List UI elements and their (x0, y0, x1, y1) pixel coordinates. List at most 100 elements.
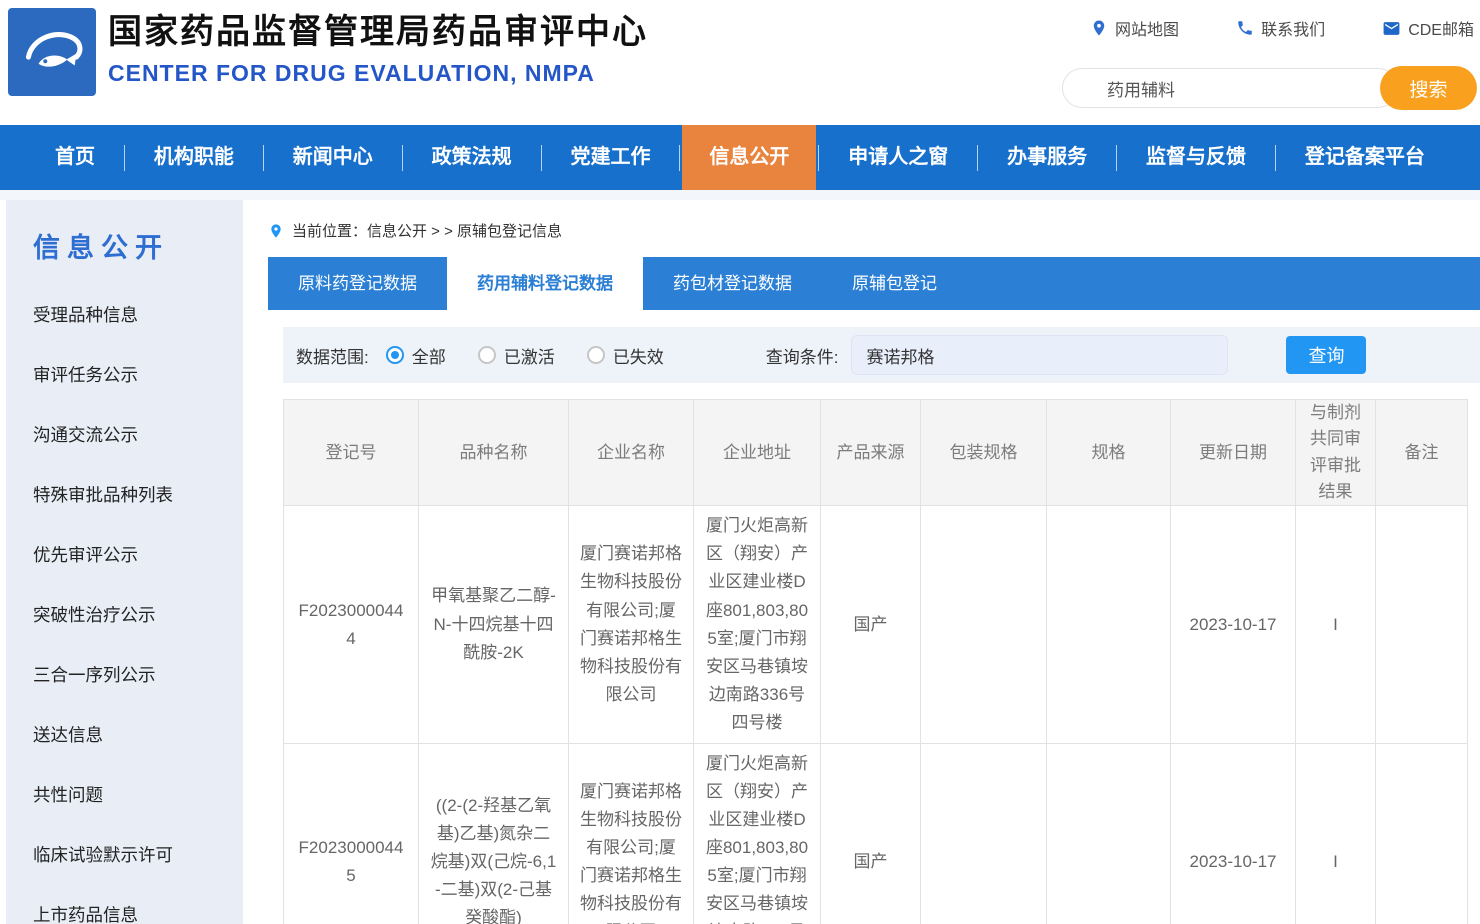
cell-product-source: 国产 (821, 506, 921, 743)
tab-api-registration[interactable]: 原料药登记数据 (268, 257, 447, 310)
contact-link[interactable]: 联系我们 (1236, 16, 1325, 40)
table-header-row: 登记号 品种名称 企业名称 企业地址 产品来源 包装规格 规格 更新日期 与制剂… (284, 400, 1468, 506)
nav-item-applicant[interactable]: 申请人之窗 (821, 125, 975, 190)
cell-company-address: 厦门火炬高新区（翔安）产业区建业楼D座801,803,805室;厦门市翔安区马巷… (694, 743, 821, 924)
sidebar-item-review-tasks[interactable]: 审评任务公示 (33, 344, 243, 404)
site-search: 搜索 (1062, 66, 1477, 110)
sidebar-item-accepted-varieties[interactable]: 受理品种信息 (33, 284, 243, 344)
sidebar-item-priority-review[interactable]: 优先审评公示 (33, 524, 243, 584)
nav-separator (679, 145, 680, 171)
cell-variety-name: ((2-(2-羟基乙氧基)乙基)氮杂二烷基)双(己烷-6,1-二基)双(2-己基… (419, 743, 569, 924)
nav-item-party[interactable]: 党建工作 (544, 125, 678, 190)
cde-mail-link-label: CDE邮箱 (1408, 16, 1474, 40)
site-search-input[interactable] (1062, 68, 1398, 108)
nav-item-functions[interactable]: 机构职能 (127, 125, 261, 190)
site-header: 国家药品监督管理局药品审评中心 CENTER FOR DRUG EVALUATI… (0, 0, 1480, 125)
main-content: 当前位置：信息公开 > > 原辅包登记信息 原料药登记数据 药用辅料登记数据 药… (243, 200, 1480, 924)
nav-separator (977, 145, 978, 171)
nav-item-supervision[interactable]: 监督与反馈 (1119, 125, 1273, 190)
cell-update-date: 2023-10-17 (1171, 506, 1296, 743)
cell-remarks (1376, 743, 1468, 924)
cell-joint-review-result: I (1296, 743, 1376, 924)
nav-item-registration-platform[interactable]: 登记备案平台 (1278, 125, 1452, 190)
sidebar-item-common-issues[interactable]: 共性问题 (33, 764, 243, 824)
dataset-tabs: 原料药登记数据 药用辅料登记数据 药包材登记数据 原辅包登记 (268, 257, 1480, 310)
nav-separator (818, 145, 819, 171)
cde-logo (8, 8, 96, 96)
cell-update-date: 2023-10-17 (1171, 743, 1296, 924)
table-row: F20230000444 甲氧基聚乙二醇-N-十四烷基十四酰胺-2K 厦门赛诺邦… (284, 506, 1468, 743)
sitemap-link[interactable]: 网站地图 (1090, 16, 1179, 40)
radio-activated-label: 已激活 (504, 343, 555, 368)
site-subtitle: CENTER FOR DRUG EVALUATION, NMPA (108, 60, 648, 87)
sitemap-link-label: 网站地图 (1115, 16, 1179, 40)
radio-all-selected[interactable] (386, 346, 404, 364)
col-product-source: 产品来源 (821, 400, 921, 506)
sidebar-item-breakthrough-therapy[interactable]: 突破性治疗公示 (33, 584, 243, 644)
filter-bar: 数据范围: 全部 已激活 已失效 查询条件: 查询 (283, 327, 1480, 383)
cell-registration-no: F20230000444 (284, 506, 419, 743)
sidebar-item-communication[interactable]: 沟通交流公示 (33, 404, 243, 464)
cell-packaging-spec (921, 506, 1047, 743)
sidebar-item-special-approval[interactable]: 特殊审批品种列表 (33, 464, 243, 524)
radio-expired[interactable] (587, 346, 605, 364)
tab-raw-aux-pack[interactable]: 原辅包登记 (822, 257, 967, 310)
header-divider-strip (0, 190, 1480, 200)
radio-all-label: 全部 (412, 343, 446, 368)
fish-logo-icon (15, 15, 89, 89)
nav-item-policy[interactable]: 政策法规 (405, 125, 539, 190)
cell-packaging-spec (921, 743, 1047, 924)
nav-item-news[interactable]: 新闻中心 (266, 125, 400, 190)
cell-variety-name: 甲氧基聚乙二醇-N-十四烷基十四酰胺-2K (419, 506, 569, 743)
cell-company-name: 厦门赛诺邦格生物科技股份有限公司;厦门赛诺邦格生物科技股份有限公司 (569, 743, 694, 924)
sidebar-item-delivery-info[interactable]: 送达信息 (33, 704, 243, 764)
col-variety-name: 品种名称 (419, 400, 569, 506)
cell-company-name: 厦门赛诺邦格生物科技股份有限公司;厦门赛诺邦格生物科技股份有限公司 (569, 506, 694, 743)
col-joint-review-result: 与制剂共同审评审批结果 (1296, 400, 1376, 506)
query-input[interactable] (851, 335, 1228, 375)
col-company-name: 企业名称 (569, 400, 694, 506)
map-pin-icon (1090, 19, 1108, 37)
col-registration-no: 登记号 (284, 400, 419, 506)
nav-item-info-disclosure[interactable]: 信息公开 (682, 125, 816, 190)
breadcrumb: 当前位置：信息公开 > > 原辅包登记信息 (268, 220, 1480, 241)
nav-item-services[interactable]: 办事服务 (980, 125, 1114, 190)
col-packaging-spec: 包装规格 (921, 400, 1047, 506)
query-button[interactable]: 查询 (1286, 336, 1366, 374)
radio-option-activated[interactable]: 已激活 (478, 343, 555, 368)
sidebar-menu: 受理品种信息 审评任务公示 沟通交流公示 特殊审批品种列表 优先审评公示 突破性… (33, 284, 243, 924)
site-search-button[interactable]: 搜索 (1380, 66, 1477, 110)
sidebar-title: 信息公开 (33, 226, 243, 260)
sidebar-item-three-in-one[interactable]: 三合一序列公示 (33, 644, 243, 704)
nav-separator (124, 145, 125, 171)
radio-option-all[interactable]: 全部 (386, 343, 446, 368)
contact-link-label: 联系我们 (1261, 16, 1325, 40)
tab-packaging-registration[interactable]: 药包材登记数据 (643, 257, 822, 310)
cde-mail-link[interactable]: CDE邮箱 (1382, 16, 1474, 40)
radio-option-expired[interactable]: 已失效 (587, 343, 664, 368)
col-company-address: 企业地址 (694, 400, 821, 506)
nav-separator (1116, 145, 1117, 171)
top-links: 网站地图 联系我们 CDE邮箱 (1090, 16, 1474, 40)
scope-label: 数据范围: (296, 343, 369, 368)
col-spec: 规格 (1047, 400, 1171, 506)
nav-separator (1275, 145, 1276, 171)
site-title: 国家药品监督管理局药品审评中心 (108, 10, 648, 54)
main-nav: 首页 机构职能 新闻中心 政策法规 党建工作 信息公开 申请人之窗 办事服务 监… (0, 125, 1480, 190)
cell-product-source: 国产 (821, 743, 921, 924)
sidebar-item-clinical-trial-license[interactable]: 临床试验默示许可 (33, 824, 243, 884)
envelope-icon (1382, 19, 1401, 38)
nav-item-home[interactable]: 首页 (28, 125, 122, 190)
cell-spec (1047, 506, 1171, 743)
tab-excipient-registration[interactable]: 药用辅料登记数据 (447, 257, 643, 310)
cell-registration-no: F20230000445 (284, 743, 419, 924)
query-label: 查询条件: (766, 343, 839, 368)
cell-remarks (1376, 506, 1468, 743)
sidebar-item-marketed-drugs[interactable]: 上市药品信息 (33, 884, 243, 924)
nav-separator (541, 145, 542, 171)
radio-activated[interactable] (478, 346, 496, 364)
registration-table: 登记号 品种名称 企业名称 企业地址 产品来源 包装规格 规格 更新日期 与制剂… (283, 399, 1468, 924)
radio-expired-label: 已失效 (613, 343, 664, 368)
cell-spec (1047, 743, 1171, 924)
cell-company-address: 厦门火炬高新区（翔安）产业区建业楼D座801,803,805室;厦门市翔安区马巷… (694, 506, 821, 743)
